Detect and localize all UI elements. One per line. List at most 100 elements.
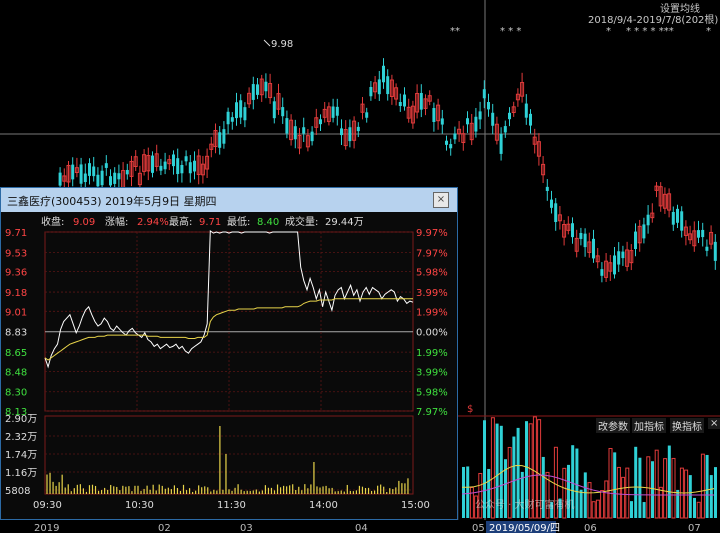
candle-body — [264, 81, 268, 92]
candle-body — [310, 131, 314, 142]
xaxis-highlight-date: 2019/05/09/四 — [489, 523, 560, 533]
volume-bar — [658, 486, 663, 519]
volume-bar — [621, 476, 626, 519]
candle-body — [440, 118, 444, 125]
xaxis-month-label: 02 — [158, 523, 171, 533]
volume-tick-label: 2.32万 — [5, 432, 37, 443]
candle-body — [600, 269, 604, 276]
pct-tick-label: 5.98% — [416, 268, 448, 279]
candle-body — [272, 101, 276, 119]
watermark-text: 公众号 · 大财可富有机 — [475, 498, 575, 511]
volume-bar — [466, 466, 470, 518]
candle-body — [554, 203, 558, 223]
price-tick-label: 8.48 — [5, 367, 27, 378]
candle-body — [445, 140, 448, 145]
time-tick-label: 10:30 — [125, 500, 154, 511]
top-marker-5: * — [706, 26, 711, 37]
volume-bar — [630, 501, 633, 518]
price-tick-label: 8.30 — [5, 388, 27, 399]
candle-body — [550, 199, 553, 208]
candle-body — [180, 164, 184, 174]
candle-body — [398, 102, 402, 107]
candle-body — [571, 223, 574, 238]
candle-body — [592, 238, 595, 259]
stat-low-label: 最低: — [227, 215, 250, 228]
candle-body — [701, 229, 705, 238]
pct-tick-label: 7.97% — [416, 407, 448, 418]
candle-body — [302, 127, 306, 134]
stat-change-value: 2.94% — [137, 217, 169, 228]
candle-body — [634, 231, 637, 250]
high-marker-label: 9.98 — [271, 39, 293, 50]
candle-body — [642, 224, 646, 239]
candle-body — [163, 161, 167, 170]
candle-body — [193, 160, 196, 172]
intraday-chart: 收盘: 9.09 涨幅: 2.94% 最高: 9.71 最低: 8.40 成交量: 29.44万 9… — [5, 215, 448, 511]
candle-body — [92, 166, 96, 177]
candle-body — [676, 208, 679, 223]
candle-body — [285, 118, 289, 134]
volume-bar — [654, 449, 659, 519]
candle-body — [348, 127, 352, 142]
stat-close-label: 收盘: — [41, 215, 64, 228]
candle-body — [226, 111, 230, 125]
candle-body — [432, 108, 436, 122]
volume-bar — [634, 446, 638, 518]
pct-tick-label: 1.99% — [416, 307, 448, 318]
volume-bar — [608, 447, 613, 519]
candle-body — [176, 158, 180, 175]
stat-volume-label: 成交量: — [285, 215, 318, 228]
volume-bar — [684, 469, 689, 519]
candle-body — [680, 211, 684, 231]
candle-body — [251, 84, 255, 100]
xaxis-month-label: 03 — [240, 523, 253, 533]
candle-body — [713, 241, 717, 261]
pct-tick-label: 1.99% — [416, 348, 448, 359]
intraday-popup[interactable]: 三鑫医疗(300453) 2019年5月9日 星期四 × 收盘: 9.09 涨幅: 2… — [0, 187, 458, 520]
candle-body — [508, 112, 511, 120]
candle-body — [524, 103, 528, 118]
candle-body — [453, 133, 457, 140]
candle-body — [125, 169, 129, 175]
candle-body — [419, 92, 423, 110]
stat-volume-value: 29.44万 — [325, 217, 364, 228]
candle-body — [617, 251, 621, 265]
stat-high-value: 9.71 — [199, 217, 221, 228]
candle-body — [487, 102, 490, 110]
candle-body — [482, 89, 486, 99]
volume-tick-label: 2.90万 — [5, 414, 37, 425]
price-tick-label: 9.53 — [5, 248, 27, 259]
adjust-params-button[interactable]: 改参数 — [596, 418, 630, 433]
swap-indicator-button[interactable]: 换指标 — [670, 418, 704, 433]
candle-body — [646, 214, 650, 226]
pct-tick-label: 7.97% — [416, 248, 448, 259]
price-tick-label: 9.18 — [5, 288, 27, 299]
close-panel-icon[interactable]: × — [708, 418, 720, 429]
candle-body — [382, 65, 385, 83]
candle-body — [499, 134, 503, 154]
candle-body — [159, 165, 163, 171]
time-tick-label: 09:30 — [33, 500, 62, 511]
volume-bar — [676, 489, 680, 518]
high-marker-arrow — [263, 39, 271, 47]
volume-bar — [651, 461, 654, 518]
candle-body — [579, 232, 583, 239]
price-tick-label: 9.01 — [5, 307, 27, 318]
pct-tick-label: 0.00% — [416, 328, 448, 339]
volume-bar — [469, 487, 474, 519]
volume-bar — [696, 501, 701, 519]
volume-bar — [520, 471, 524, 518]
candle-body — [281, 107, 285, 117]
candle-body — [172, 154, 175, 167]
xaxis-month-label: 07 — [688, 523, 701, 533]
candle-body — [235, 102, 238, 119]
volume-frame — [44, 415, 414, 495]
candle-body — [113, 172, 117, 184]
signal-marker: $ — [467, 404, 473, 415]
candle-body — [340, 128, 343, 136]
price-tick-label: 8.83 — [5, 328, 27, 339]
candle-body — [621, 251, 625, 259]
candle-body — [697, 230, 700, 238]
add-indicator-button[interactable]: 加指标 — [632, 418, 666, 433]
pct-tick-label: 9.97% — [416, 228, 448, 239]
